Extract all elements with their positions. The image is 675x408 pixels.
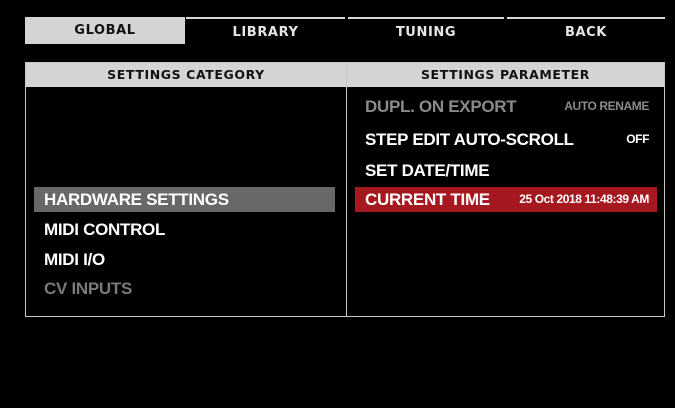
tab-back[interactable]: BACK xyxy=(507,17,665,44)
category-item-label: MIDI CONTROL xyxy=(44,220,166,239)
parameter-item-value: OFF xyxy=(626,132,649,146)
parameter-item-current-time[interactable]: CURRENT TIME 25 Oct 2018 11:48:39 AM xyxy=(355,187,657,212)
parameter-item-value: AUTO RENAME xyxy=(564,99,649,113)
parameter-item-label: DUPL. ON EXPORT xyxy=(365,97,517,116)
settings-parameter-column: SETTINGS PARAMETER DUPL. ON EXPORT AUTO … xyxy=(347,63,664,316)
settings-category-column: SETTINGS CATEGORY HARDWARE SETTINGS MIDI… xyxy=(26,63,346,316)
category-item-label: HARDWARE SETTINGS xyxy=(44,190,229,209)
settings-category-header: SETTINGS CATEGORY xyxy=(26,63,346,87)
settings-parameter-header: SETTINGS PARAMETER xyxy=(347,63,664,87)
parameter-item-step-edit-auto-scroll[interactable]: STEP EDIT AUTO-SCROLL OFF xyxy=(355,127,657,152)
parameter-item-value: 25 Oct 2018 11:48:39 AM xyxy=(519,192,649,206)
parameter-item-label: CURRENT TIME xyxy=(365,190,490,209)
parameter-item-label: STEP EDIT AUTO-SCROLL xyxy=(365,130,574,149)
category-item-midi-io[interactable]: MIDI I/O xyxy=(34,247,335,272)
tab-bar: GLOBAL LIBRARY TUNING BACK xyxy=(25,17,665,44)
category-item-hardware-settings[interactable]: HARDWARE SETTINGS xyxy=(34,187,335,212)
category-item-midi-control[interactable]: MIDI CONTROL xyxy=(34,217,335,242)
category-item-label: MIDI I/O xyxy=(44,250,105,269)
category-item-cv-inputs[interactable]: CV INPUTS xyxy=(34,276,335,301)
tab-library[interactable]: LIBRARY xyxy=(186,17,345,44)
settings-category-list[interactable]: HARDWARE SETTINGS MIDI CONTROL MIDI I/O … xyxy=(26,87,346,316)
tab-tuning[interactable]: TUNING xyxy=(348,17,504,44)
parameter-item-label: SET DATE/TIME xyxy=(365,161,490,180)
settings-parameter-list[interactable]: DUPL. ON EXPORT AUTO RENAME STEP EDIT AU… xyxy=(347,87,664,316)
tab-global[interactable]: GLOBAL xyxy=(25,17,185,44)
parameter-item-set-date-time[interactable]: SET DATE/TIME xyxy=(355,158,657,183)
settings-panel: SETTINGS CATEGORY HARDWARE SETTINGS MIDI… xyxy=(25,62,665,317)
category-item-label: CV INPUTS xyxy=(44,279,132,298)
parameter-item-dupl-on-export[interactable]: DUPL. ON EXPORT AUTO RENAME xyxy=(355,94,657,119)
